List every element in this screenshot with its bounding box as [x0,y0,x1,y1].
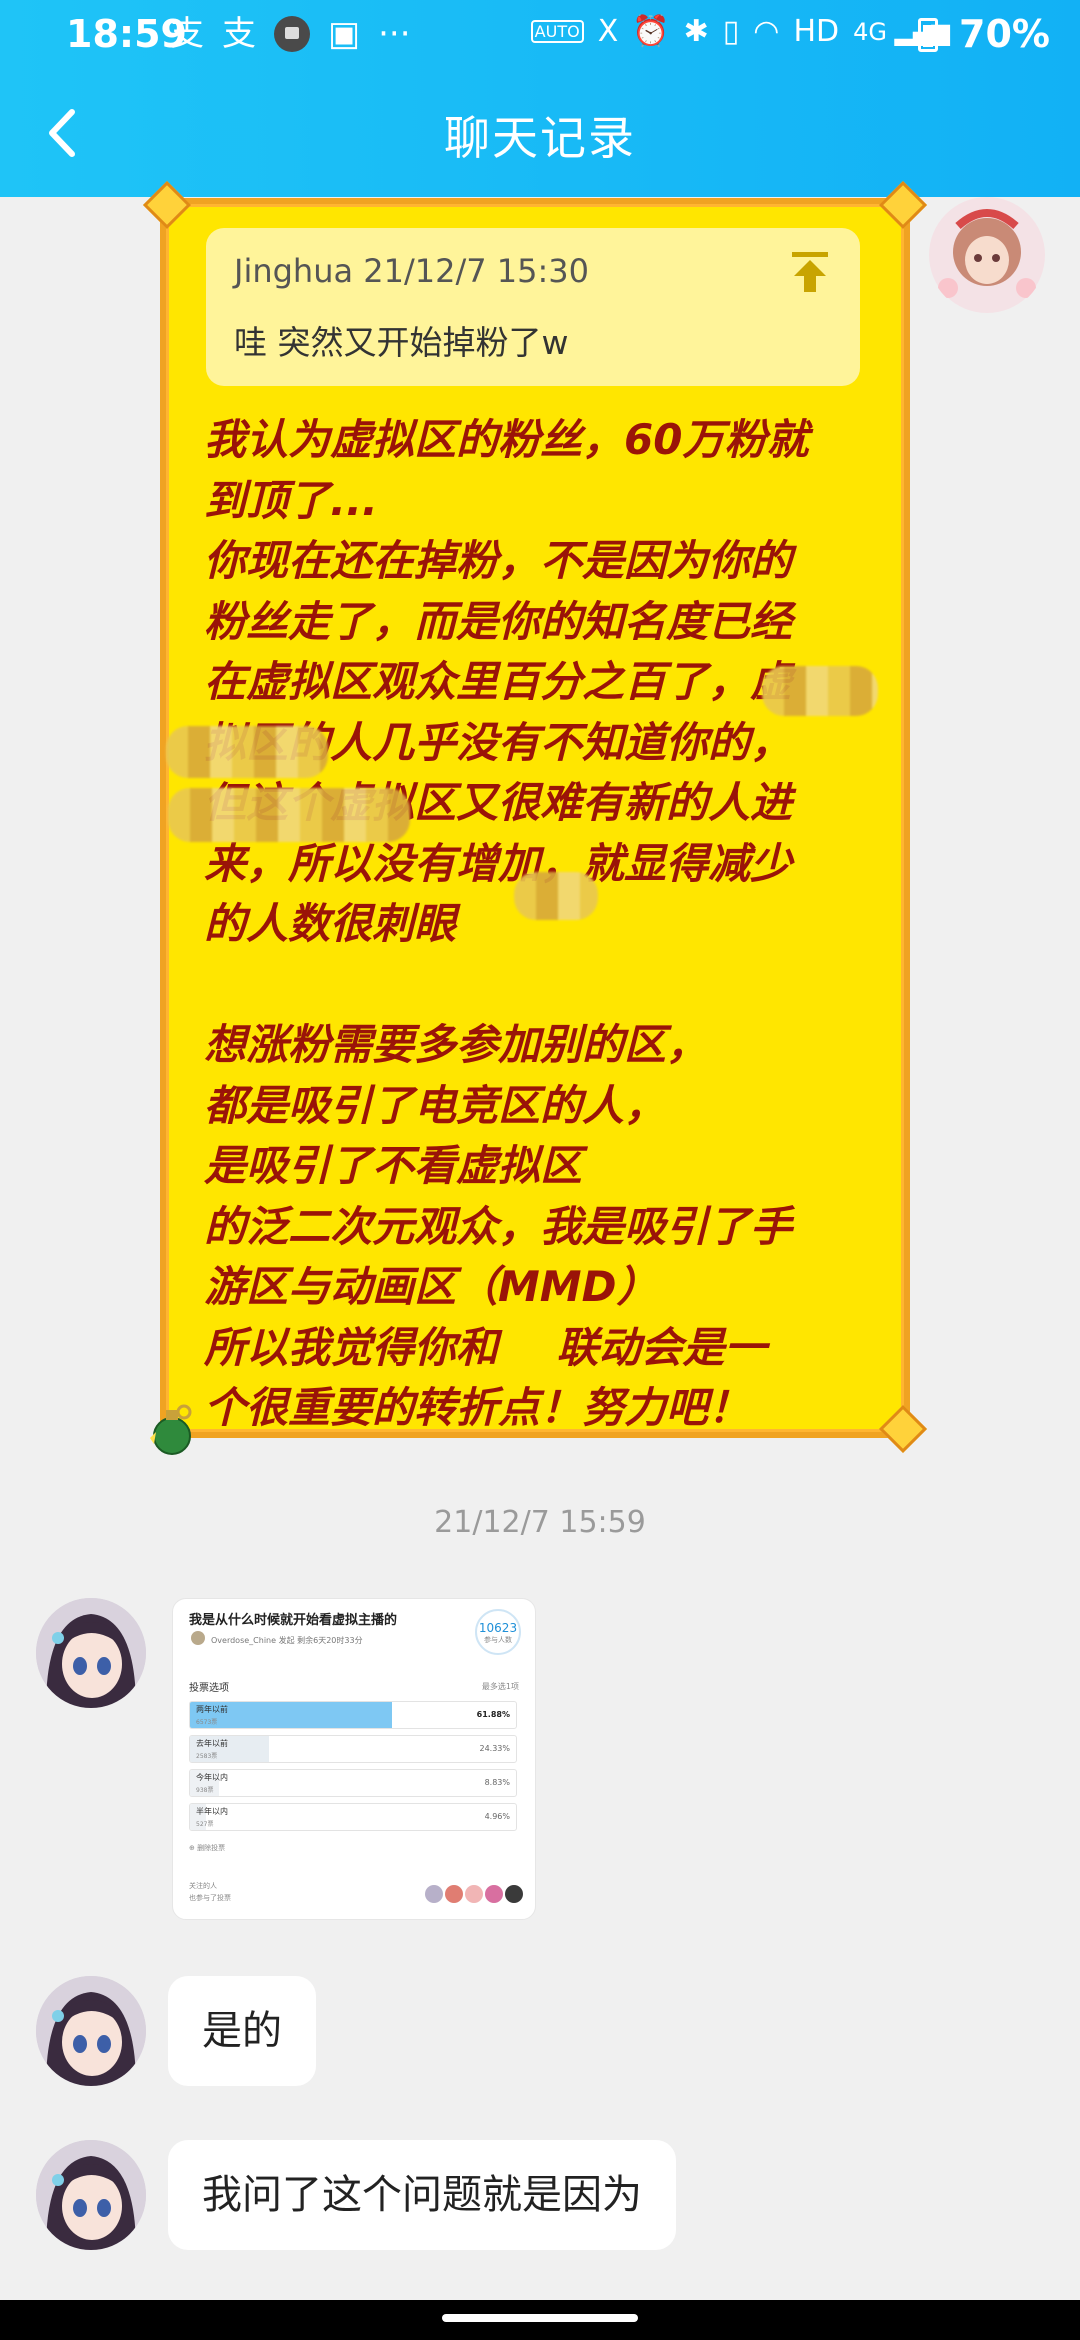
poll-option-label: 去年以前 [196,1739,228,1748]
avatar-illustration [36,1598,146,1708]
sender-avatar[interactable] [928,196,1046,314]
contact-avatar[interactable] [36,2140,146,2250]
chat-bubble[interactable]: 我问了这个问题就是因为 [168,2140,676,2250]
voter-avatar [485,1885,503,1903]
poll-author-avatar [191,1631,205,1645]
poll-participants: 10623 参与人数 [475,1609,521,1655]
poll-option-label: 半年以内 [196,1807,228,1816]
poll-participant-label: 参与人数 [484,1636,512,1644]
privacy-blur [762,666,878,716]
notification-icons: 支 支 ▣ ··· [170,14,411,54]
voter-avatar [425,1885,443,1903]
poll-option-votes: 6573票 [196,1719,218,1726]
poll-delete-label: ⊕ 删除投票 [189,1844,226,1852]
status-bar: 18:59 支 支 ▣ ··· AUTO X ⏰ ✱ ▯ ◠ HD 4G ▂▄▆… [0,0,1080,68]
wifi-icon: ◠ [753,14,780,49]
image-icon: ▣ [328,14,361,54]
alarm-icon: ⏰ [632,14,670,49]
alipay-icon: 支 [222,14,256,54]
voter-avatar [445,1885,463,1903]
poll-option: 去年以前 2583票 24.33% [189,1735,517,1763]
privacy-blur [166,726,328,778]
poll-option-votes: 2583票 [196,1753,218,1760]
voter-avatar [505,1885,523,1903]
auto-hz-icon: AUTO [530,20,584,43]
poll-option-label: 两年以前 [196,1705,228,1714]
contact-avatar[interactable] [36,1598,146,1708]
grenade-icon [150,1404,192,1455]
mail-icon [274,16,310,52]
system-icons: AUTO X ⏰ ✱ ▯ ◠ HD 4G ▂▄▆ [530,14,950,49]
poll-option-label: 今年以内 [196,1773,228,1782]
contact-avatar[interactable] [36,1976,146,2086]
app-header: 18:59 支 支 ▣ ··· AUTO X ⏰ ✱ ▯ ◠ HD 4G ▂▄▆… [0,0,1080,197]
poll-option-percent: 24.33% [479,1744,510,1753]
poll-option-percent: 61.88% [476,1710,510,1719]
poll-title: 我是从什么时候就开始看虚拟主播的 [189,1613,398,1628]
quote-sender-time: Jinghua 21/12/7 15:30 [234,252,590,290]
poll-option: 两年以前 6573票 61.88% [189,1701,517,1729]
poll-author: Overdose_Chine 发起 剩余6天20时33分 [211,1636,363,1645]
privacy-blur [514,872,598,920]
poll-image-message[interactable]: 我是从什么时候就开始看虚拟主播的 Overdose_Chine 发起 剩余6天2… [172,1598,536,1920]
system-nav-bar [0,2300,1080,2340]
poll-option: 今年以内 938票 8.83% [189,1769,517,1797]
card-message[interactable]: Jinghua 21/12/7 15:30 哇 突然又开始掉粉了w 我认为虚拟区… [142,180,928,1455]
poll-footnote: 也参与了投票 [189,1894,231,1902]
card-message-text: 我认为虚拟区的粉丝，60万粉就 到顶了... 你现在还在掉粉，不是因为你的 粉丝… [204,415,809,1432]
vibrate-icon: ▯ [722,14,740,49]
title-bar: 聊天记录 [0,68,1080,197]
poll-select-limit: 最多选1项 [481,1682,519,1691]
poll-voter-avatars [425,1885,523,1903]
poll-section-label: 投票选项 [189,1683,229,1694]
avatar-illustration [36,1976,146,2086]
avatar-illustration [36,2140,146,2250]
home-gesture-handle[interactable] [442,2314,638,2322]
poll-option-votes: 938票 [196,1787,214,1794]
chat-bubble[interactable]: 是的 [168,1976,316,2086]
message-timestamp: 21/12/7 15:59 [434,1505,646,1540]
quoted-message[interactable]: Jinghua 21/12/7 15:30 哇 突然又开始掉粉了w [206,228,860,386]
poll-option-percent: 4.96% [484,1812,510,1821]
hd-icon: HD [793,14,840,49]
battery-icon [918,18,938,52]
page-title: 聊天记录 [444,111,636,165]
more-dots-icon: ··· [378,14,411,54]
avatar-illustration [929,197,1045,313]
poll-option-percent: 8.83% [484,1778,510,1787]
x-icon: X [597,14,619,49]
poll-participant-count: 10623 [478,1621,518,1635]
voter-avatar [465,1885,483,1903]
poll-footnote: 关注的人 [189,1882,217,1890]
alipay-icon: 支 [170,14,204,54]
privacy-blur [168,788,410,842]
poll-option: 半年以内 527票 4.96% [189,1803,517,1831]
status-time: 18:59 [66,12,187,56]
bluetooth-icon: ✱ [683,14,709,49]
quote-text: 哇 突然又开始掉粉了w [234,323,569,362]
jump-to-top-icon[interactable] [790,250,830,294]
battery-percent: 70% [959,12,1050,56]
poll-option-votes: 527票 [196,1821,214,1828]
